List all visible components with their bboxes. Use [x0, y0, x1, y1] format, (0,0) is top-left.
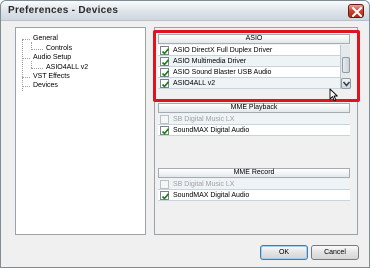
list-item[interactable]: SB Digital Music LX	[158, 179, 350, 190]
checkmark-icon	[161, 128, 170, 135]
mme-record-label-0: SB Digital Music LX	[173, 181, 235, 188]
mme-record-header: MME Record	[158, 168, 350, 178]
tree-item-asio4all[interactable]: ASIO4ALL v2	[46, 64, 88, 72]
mme-playback-checkbox-0[interactable]	[160, 115, 169, 124]
list-item[interactable]: SoundMAX Digital Audio	[158, 125, 350, 136]
list-item[interactable]: SoundMAX Digital Audio	[158, 190, 350, 201]
mme-playback-checkbox-1[interactable]	[160, 126, 170, 135]
mme-record-section: MME Record SB Digital Music LX SoundMAX …	[158, 168, 350, 202]
tree-item-vst-effects[interactable]: VST Effects	[33, 73, 70, 81]
mme-playback-section: MME Playback SB Digital Music LX SoundMA…	[158, 103, 350, 137]
mme-record-checkbox-0[interactable]	[160, 180, 169, 189]
category-tree[interactable]: General Controls Audio Setup ASIO4ALL v2…	[15, 27, 146, 235]
cancel-button[interactable]: Cancel	[311, 245, 359, 260]
mme-playback-label-0: SB Digital Music LX	[173, 116, 235, 123]
window-title: Preferences - Devices	[8, 5, 119, 16]
tree-item-general[interactable]: General	[33, 35, 58, 43]
tree-item-audio-setup[interactable]: Audio Setup	[33, 54, 71, 62]
close-button[interactable]	[348, 4, 364, 18]
mme-playback-header: MME Playback	[158, 103, 350, 113]
tree-item-controls[interactable]: Controls	[46, 45, 72, 53]
ok-button[interactable]: OK	[260, 245, 308, 260]
close-icon	[352, 7, 362, 17]
list-item[interactable]: SB Digital Music LX	[158, 114, 350, 125]
mme-record-label-1: SoundMAX Digital Audio	[173, 192, 250, 199]
mme-playback-label-1: SoundMAX Digital Audio	[173, 127, 250, 134]
mme-record-checkbox-1[interactable]	[160, 191, 170, 200]
mouse-pointer-icon	[329, 88, 338, 102]
checkmark-icon	[161, 193, 170, 200]
title-bar[interactable]: Preferences - Devices	[1, 1, 369, 21]
preferences-window: Preferences - Devices General Controls A…	[0, 0, 370, 268]
tree-item-devices[interactable]: Devices	[33, 82, 58, 90]
